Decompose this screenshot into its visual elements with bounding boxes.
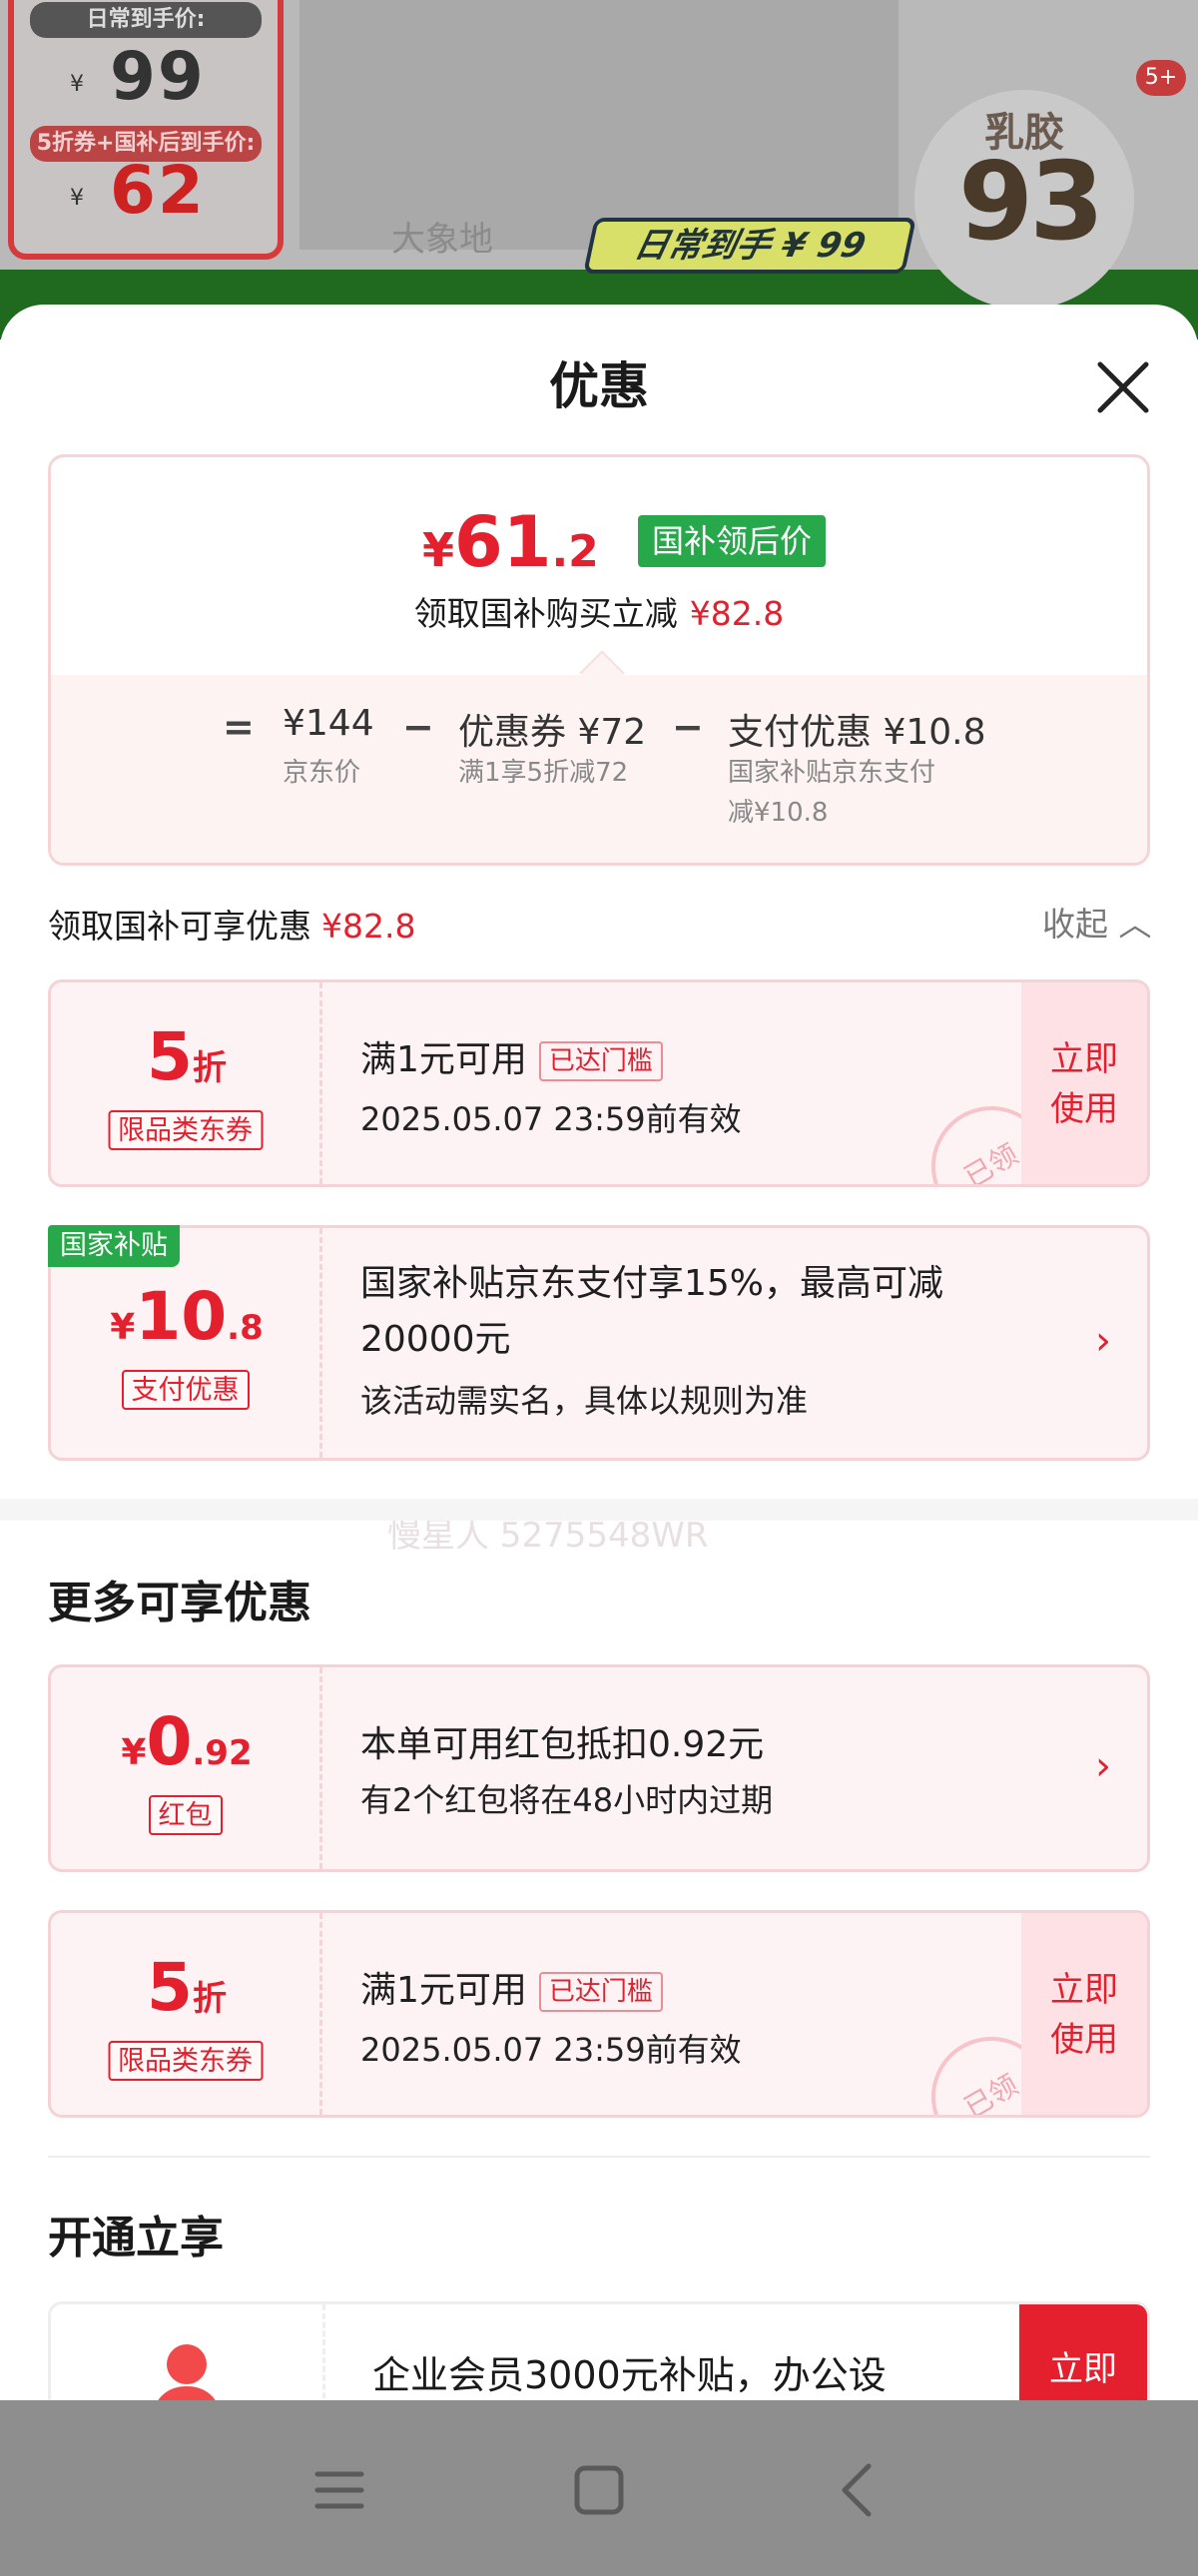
menu-button[interactable] [309,2460,369,2520]
use-now-button[interactable]: 立即 使用 [1021,982,1147,1184]
close-icon [1097,361,1149,413]
daily-price-label: 日常到手价: [30,2,262,38]
red-packet-card[interactable]: ¥0.92 红包 本单可用红包抵扣0.92元 有2个红包将在48小时内过期 › [48,1664,1150,1872]
use-now-label-2: 使用 [1050,2020,1118,2060]
payment-discount-value: 支付优惠 ¥10.8 [728,712,986,753]
saving-line: 领取国补购买立减 ¥82.8 [51,587,1147,635]
payment-discount-label-2: 减¥10.8 [728,798,829,828]
saving-amount: ¥82.8 [689,594,785,633]
subsidy-price-tag: 国补领后价 [638,515,827,567]
price-card: 日常到手价: ¥ 99 5折券+国补后到手价: ¥ 62 [8,0,284,260]
more-discounts-title: 更多可享优惠 [48,1578,311,1628]
back-icon [842,2463,872,2517]
jd-price-label: 京东价 [283,758,361,788]
final-price-dec: .2 [551,526,599,577]
join-title: 开通立享 [48,2213,224,2263]
close-button[interactable] [1088,352,1158,422]
final-price-int: 61 [454,501,552,583]
coupon-discount-unit: 折 [192,1048,227,1088]
coupon-title-text: 满1元可用 [360,1970,527,2011]
coupon-validity: 2025.05.07 23:59前有效 [360,1100,742,1138]
coupon-type-pill: 支付优惠 [121,1370,250,1410]
coupon-card[interactable]: 5折 限品类东券 满1元可用 已达门槛 2025.05.07 23:59前有效 已… [48,979,1150,1187]
chevron-right-icon: › [1095,1743,1111,1789]
equals-sign: = [223,705,255,749]
notification-badge[interactable]: 5+ [1136,60,1186,96]
red-packet-currency: ¥ [121,1732,147,1773]
system-navbar [0,2400,1198,2576]
payment-discount-title: 国家补贴京东支付享15%，最高可减 20000元 [360,1256,943,1368]
claim-text: 领取国补可享优惠 [48,907,311,946]
product-image [300,0,898,250]
coupon-title: 满1元可用 已达门槛 [360,1961,663,2013]
discount-sheet: 优惠 ¥61.2 国补领后价 领取国补购买立减 ¥82.8 = ¥144 京东价 … [0,305,1198,2501]
red-packet-title: 本单可用红包抵扣0.92元 [360,1724,765,1765]
daily-price: 99 [110,38,206,115]
daily-price-currency: ¥ [70,72,84,97]
payment-currency: ¥ [110,1307,136,1348]
red-packet-amount: ¥0.92 [51,1703,322,1780]
jd-price-value: ¥144 [283,703,374,744]
red-packet-dec: .92 [192,1733,253,1773]
red-packet-int: 0 [146,1703,193,1780]
threshold-badge: 已达门槛 [538,1041,663,1081]
daily-price-tag: 日常到手 ¥ 99 [583,218,916,274]
claim-amount: ¥82.8 [321,907,416,946]
coupon-label: 满1享5折减72 [458,758,629,788]
coupon-value: 优惠券 ¥72 [458,712,647,753]
payment-discount-title-2: 20000元 [360,1319,511,1360]
product-page-background: 日常到手价: ¥ 99 5折券+国补后到手价: ¥ 62 大象地 日常到手 ¥ … [0,0,1198,339]
saving-text: 领取国补购买立减 [413,594,678,633]
payment-discount-card[interactable]: ¥10.8 支付优惠 国家补贴京东支付享15%，最高可减 20000元 该活动需… [48,1225,1150,1461]
final-price-currency: ¥ [422,523,455,577]
use-now-label-2: 使用 [1050,1089,1118,1129]
coupon-title: 满1元可用 已达门槛 [360,1030,663,1082]
payment-discount-note: 该活动需实名，具体以规则为准 [360,1382,809,1420]
red-packet-note: 有2个红包将在48小时内过期 [360,1781,774,1819]
coupon-value-area: 5折 限品类东券 [51,1913,322,2115]
divider [48,2156,1150,2158]
coupon-price: 62 [110,152,206,229]
threshold-badge: 已达门槛 [538,1972,663,2012]
payment-discount-label: 国家补贴京东支付 [728,758,936,788]
latex-percent: 93 [958,140,1104,265]
home-button[interactable] [569,2460,629,2520]
brand-text: 大象地 [391,220,493,260]
use-now-label-1: 立即 [1050,1970,1118,2010]
menu-icon [314,2471,364,2509]
back-button[interactable] [829,2460,889,2520]
payment-amount-int: 10 [135,1278,228,1355]
payment-amount-dec: .8 [227,1308,264,1348]
coupon-discount: 5折 [51,1018,322,1095]
enterprise-member-text: 企业会员3000元补贴，办公设 [372,2353,887,2397]
minus-sign: − [672,705,704,749]
price-summary-card: ¥61.2 国补领后价 领取国补购买立减 ¥82.8 = ¥144 京东价 − 优… [48,454,1150,866]
payment-discount-title-1: 国家补贴京东支付享15%，最高可减 [360,1263,944,1304]
use-now-button[interactable]: 立即 使用 [1021,1913,1147,2115]
minus-sign: − [402,705,434,749]
payment-discount-amount: ¥10.8 [51,1278,322,1355]
coupon-value-area: 5折 限品类东券 [51,982,322,1184]
section-divider [0,1499,1198,1521]
coupon-type-pill: 限品类东券 [108,1110,263,1150]
red-packet-pill: 红包 [148,1795,223,1835]
coupon-discount-number: 5 [147,1949,193,2026]
coupon-discount: 5折 [51,1949,322,2026]
sheet-title: 优惠 [549,357,649,415]
coupon-card[interactable]: 5折 限品类东券 满1元可用 已达门槛 2025.05.07 23:59前有效 已… [48,1910,1150,2118]
use-now-label-1: 立即 [1050,1039,1118,1079]
coupon-title-text: 满1元可用 [360,1039,527,1080]
claim-subsidy-label: 领取国补可享优惠 ¥82.8 [48,900,415,948]
coupon-discount-number: 5 [147,1018,193,1095]
chevron-right-icon: › [1095,1318,1111,1364]
coupon-type-pill: 限品类东券 [108,2041,263,2081]
national-subsidy-tag: 国家补贴 [48,1225,180,1267]
final-price: ¥61.2 [422,501,599,583]
coupon-validity: 2025.05.07 23:59前有效 [360,2031,742,2069]
coupon-discount-unit: 折 [192,1979,227,2019]
collapse-toggle[interactable]: 收起 ︿ [1042,898,1152,946]
coupon-value-area: ¥0.92 红包 [51,1667,322,1869]
coupon-price-currency: ¥ [70,186,84,211]
home-square-icon [574,2465,624,2515]
